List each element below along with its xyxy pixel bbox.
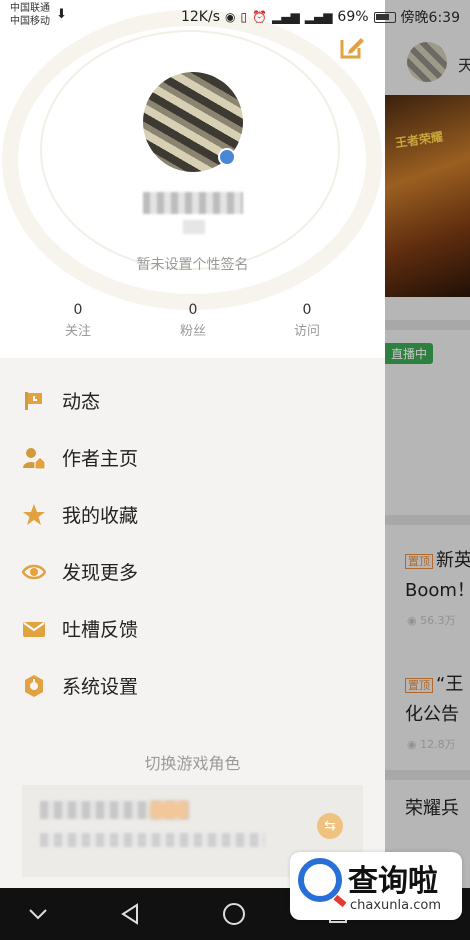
switch-role-icon[interactable]: ⇆ bbox=[317, 813, 343, 839]
carrier-info: 中国联通 中国移动 bbox=[10, 2, 50, 28]
stat-label: 粉丝 bbox=[179, 324, 206, 339]
flag-icon bbox=[22, 389, 46, 413]
battery-percent: 69% bbox=[337, 9, 369, 25]
menu-label: 动态 bbox=[62, 391, 101, 413]
role-server-blurred bbox=[40, 833, 265, 847]
magnifier-logo-icon bbox=[298, 858, 342, 902]
stat-following[interactable]: 0 关注 bbox=[28, 302, 128, 339]
download-icon: ⬇ bbox=[56, 7, 67, 22]
back-icon[interactable] bbox=[110, 898, 150, 930]
envelope-icon bbox=[22, 617, 46, 641]
stat-value: 0 bbox=[302, 302, 312, 318]
clock: 傍晚6:39 bbox=[400, 10, 460, 26]
menu-item-feedback[interactable]: 吐槽反馈 bbox=[0, 600, 385, 657]
settings-icon bbox=[22, 674, 46, 698]
side-drawer: 暂未设置个性签名 0 关注 0 粉丝 0 访问 动态 作者主页 我的收藏 发现更… bbox=[0, 0, 385, 888]
stat-visits[interactable]: 0 访问 bbox=[257, 302, 357, 339]
hide-nav-icon[interactable] bbox=[18, 898, 58, 930]
menu-item-settings[interactable]: 系统设置 bbox=[0, 657, 385, 714]
alarm-icon: ⏰ bbox=[252, 10, 268, 24]
switch-role-title: 切换游戏角色 bbox=[144, 754, 241, 773]
watermark-logo: 查询啦 chaxunla.com bbox=[290, 852, 462, 920]
star-icon bbox=[22, 503, 46, 527]
watermark-url: chaxunla.com bbox=[350, 898, 441, 913]
drawer-scrim[interactable] bbox=[385, 0, 470, 888]
carrier-2: 中国移动 bbox=[10, 16, 50, 27]
carrier-1: 中国联通 bbox=[10, 3, 50, 14]
user-level-blurred bbox=[183, 220, 205, 234]
stat-label: 访问 bbox=[293, 324, 320, 339]
status-bar: 中国联通 中国移动 ⬇ 12K/s ◉ ▯ ⏰ ▂▄▆ ▂▄▆ 69% 傍晚6:… bbox=[0, 0, 470, 34]
menu-label: 发现更多 bbox=[62, 562, 139, 584]
signature-text[interactable]: 暂未设置个性签名 bbox=[0, 254, 385, 274]
avatar-badge bbox=[218, 148, 236, 166]
menu-item-discover[interactable]: 发现更多 bbox=[0, 543, 385, 600]
role-level-blurred bbox=[150, 801, 188, 819]
status-indicators: 12K/s ◉ ▯ ⏰ ▂▄▆ ▂▄▆ 69% 傍晚6:39 bbox=[181, 7, 460, 27]
edit-icon bbox=[340, 38, 364, 59]
stat-value: 0 bbox=[188, 302, 198, 318]
menu-label: 系统设置 bbox=[62, 676, 139, 698]
menu-item-dynamic[interactable]: 动态 bbox=[0, 372, 385, 429]
home-icon[interactable] bbox=[214, 898, 254, 930]
edit-profile-icon[interactable] bbox=[339, 34, 365, 60]
profile-header: 暂未设置个性签名 0 关注 0 粉丝 0 访问 bbox=[0, 0, 385, 358]
username-blurred bbox=[143, 192, 243, 214]
battery-icon bbox=[373, 11, 396, 23]
eye-icon bbox=[22, 560, 46, 584]
signal-icon: ▂▄▆ bbox=[304, 10, 333, 24]
menu-item-favorites[interactable]: 我的收藏 bbox=[0, 486, 385, 543]
vibrate-icon: ▯ bbox=[240, 10, 248, 24]
menu-label: 吐槽反馈 bbox=[62, 619, 139, 641]
watermark-text: 查询啦 bbox=[348, 864, 438, 899]
menu-label: 作者主页 bbox=[62, 448, 139, 470]
stat-label: 关注 bbox=[64, 324, 91, 339]
author-home-icon bbox=[22, 446, 46, 470]
hotspot-icon: ◉ bbox=[225, 10, 236, 24]
network-speed: 12K/s bbox=[180, 9, 220, 25]
stat-value: 0 bbox=[73, 302, 83, 318]
stat-followers[interactable]: 0 粉丝 bbox=[143, 302, 243, 339]
menu-label: 我的收藏 bbox=[62, 505, 139, 527]
signal-icon: ▂▄▆ bbox=[272, 10, 300, 24]
menu-item-author-home[interactable]: 作者主页 bbox=[0, 429, 385, 486]
